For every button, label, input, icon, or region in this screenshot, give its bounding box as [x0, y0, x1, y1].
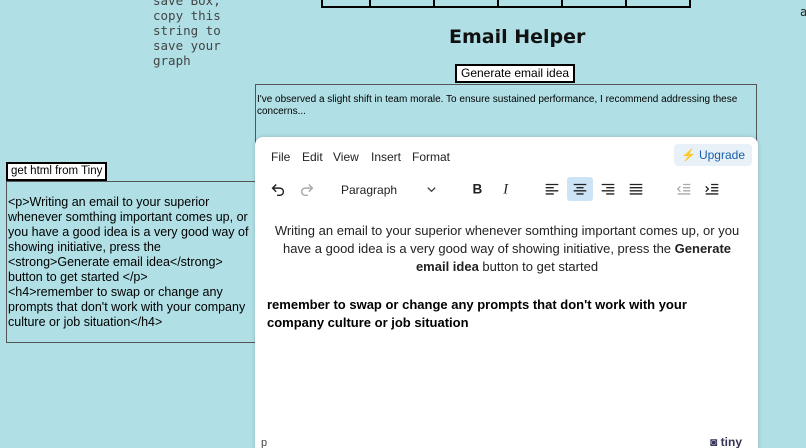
align-right-icon[interactable]	[595, 177, 621, 201]
table-cell	[371, 0, 435, 6]
chevron-down-icon	[427, 187, 436, 193]
element-path[interactable]: p	[261, 437, 267, 448]
menu-format[interactable]: Format	[412, 150, 450, 164]
align-justify-icon[interactable]	[623, 177, 649, 201]
align-center-icon[interactable]	[567, 177, 593, 201]
note-line: save Box,	[153, 0, 221, 8]
table-cell	[323, 0, 371, 6]
brand-label: tiny	[720, 435, 742, 448]
menu-file[interactable]: File	[271, 150, 290, 164]
note-line: graph	[153, 53, 191, 68]
block-format-value: Paragraph	[341, 183, 398, 197]
bold-icon[interactable]: B	[464, 177, 490, 201]
rich-text-editor: File Edit View Insert Format ⚡ Upgrade Pa…	[255, 137, 758, 448]
editor-statusbar: p ◙ tiny	[255, 435, 758, 448]
generated-email-text: I've observed a slight shift in team mor…	[257, 94, 738, 117]
outdent-icon[interactable]	[671, 177, 697, 201]
editor-content[interactable]: Writing an email to your superior whenev…	[267, 222, 747, 332]
indent-icon[interactable]	[699, 177, 725, 201]
table-cell	[435, 0, 499, 6]
paragraph-text: button to get started	[478, 259, 599, 274]
editor-heading: remember to swap or change any prompts t…	[267, 297, 687, 330]
upgrade-button[interactable]: ⚡ Upgrade	[674, 144, 752, 166]
menu-insert[interactable]: Insert	[371, 150, 401, 164]
editor-paragraph: Writing an email to your superior whenev…	[267, 222, 747, 276]
page-title: Email Helper	[449, 26, 586, 48]
save-instructions-note: save Box, copy this string to save your …	[153, 0, 233, 68]
editor-toolbar: Paragraph B I	[255, 175, 758, 205]
editor-menubar: File Edit View Insert Format ⚡ Upgrade	[255, 137, 758, 175]
get-html-button[interactable]: get html from Tiny	[6, 162, 108, 181]
table-cell	[563, 0, 627, 6]
table-cell	[499, 0, 563, 6]
block-format-select[interactable]: Paragraph	[341, 179, 443, 201]
html-output-box[interactable]: <p>Writing an email to your superior whe…	[6, 181, 262, 343]
html-output-text: <p>Writing an email to your superior whe…	[8, 195, 249, 329]
bolt-icon: ⚡	[681, 148, 696, 162]
note-line: copy this	[153, 8, 221, 23]
generate-email-button[interactable]: Generate email idea	[455, 64, 576, 83]
tiny-logo[interactable]: ◙ tiny	[710, 435, 742, 448]
stray-text: a	[800, 5, 806, 19]
generated-email-box[interactable]: I've observed a slight shift in team mor…	[255, 84, 757, 144]
top-table	[321, 0, 691, 8]
paragraph-text: Writing an email to your superior whenev…	[274, 223, 740, 256]
note-line: string to	[153, 23, 221, 38]
table-cell	[627, 0, 689, 6]
redo-icon[interactable]	[294, 177, 320, 201]
note-line: save your	[153, 38, 221, 53]
italic-icon[interactable]: I	[493, 177, 519, 201]
menu-view[interactable]: View	[333, 150, 359, 164]
align-left-icon[interactable]	[539, 177, 565, 201]
svg-text:B: B	[473, 182, 483, 197]
upgrade-label: Upgrade	[698, 148, 745, 162]
menu-edit[interactable]: Edit	[302, 150, 323, 164]
svg-text:I: I	[502, 182, 509, 198]
undo-icon[interactable]	[265, 177, 291, 201]
